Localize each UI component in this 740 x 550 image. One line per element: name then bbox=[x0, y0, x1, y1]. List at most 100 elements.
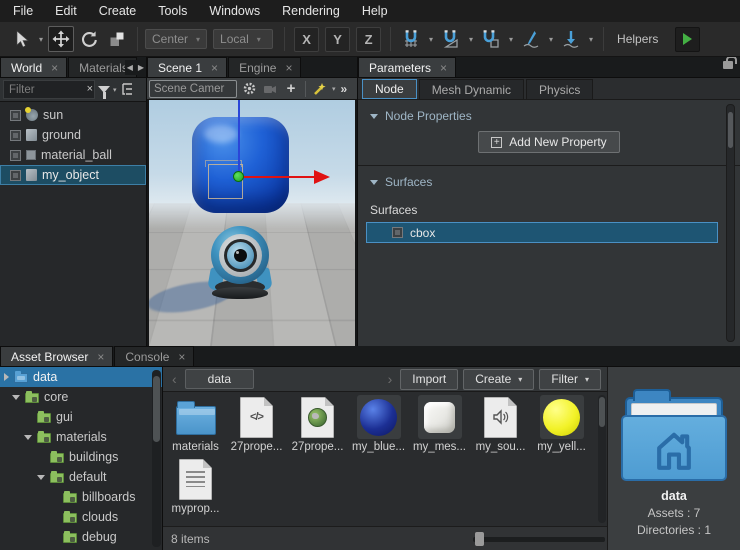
folder-item-debug[interactable]: debug bbox=[0, 527, 162, 547]
menu-help[interactable]: Help bbox=[351, 1, 399, 21]
grid-scrollbar[interactable] bbox=[598, 395, 606, 523]
close-icon[interactable] bbox=[211, 63, 218, 73]
place-tool-dropdown-icon[interactable] bbox=[546, 26, 556, 52]
scale-tool-button[interactable] bbox=[104, 26, 130, 52]
tree-item-material-ball[interactable]: material_ball bbox=[0, 145, 146, 165]
folder-item-billboards[interactable]: billboards bbox=[0, 487, 162, 507]
import-button[interactable]: Import bbox=[400, 369, 458, 390]
folder-item-default[interactable]: default bbox=[0, 467, 162, 487]
menu-edit[interactable]: Edit bbox=[44, 1, 88, 21]
pivot-select[interactable]: Center bbox=[145, 29, 207, 49]
folder-item-clouds[interactable]: clouds bbox=[0, 507, 162, 527]
snap-surface-dropdown-icon[interactable] bbox=[506, 26, 516, 52]
filter-button[interactable]: Filter bbox=[539, 369, 601, 390]
tab-console[interactable]: Console bbox=[114, 346, 194, 366]
tree-scrollbar[interactable] bbox=[152, 370, 161, 547]
viewport-canvas[interactable] bbox=[149, 100, 355, 346]
viewport-settings-button[interactable] bbox=[240, 80, 258, 98]
gizmo-z-axis[interactable] bbox=[238, 100, 240, 178]
scrollbar-thumb[interactable] bbox=[153, 376, 160, 442]
surface-checkbox[interactable] bbox=[392, 227, 403, 238]
tab-parameters[interactable]: Parameters bbox=[358, 57, 456, 77]
tab-scroll-right-icon[interactable]: ▶ bbox=[136, 60, 146, 75]
visibility-checkbox[interactable] bbox=[10, 150, 21, 161]
select-tool-button[interactable] bbox=[8, 26, 34, 52]
hierarchy-view-icon[interactable] bbox=[120, 82, 135, 97]
close-icon[interactable] bbox=[285, 63, 292, 73]
unlock-icon[interactable] bbox=[723, 61, 733, 69]
asset-tile-27prope-code[interactable]: </> 27prope... bbox=[226, 392, 287, 454]
gizmo-x-arrowhead[interactable] bbox=[314, 170, 330, 184]
menu-create[interactable]: Create bbox=[88, 1, 148, 21]
rotate-tool-button[interactable] bbox=[76, 26, 102, 52]
asset-tile-my-mesh[interactable]: my_mes... bbox=[409, 392, 470, 454]
menu-tools[interactable]: Tools bbox=[147, 1, 198, 21]
camera-select[interactable]: Scene Camer bbox=[149, 80, 237, 98]
menu-windows[interactable]: Windows bbox=[198, 1, 271, 21]
select-tool-dropdown-icon[interactable] bbox=[36, 26, 46, 52]
snap-surface-button[interactable] bbox=[478, 26, 504, 52]
tree-item-sun[interactable]: sun bbox=[0, 105, 146, 125]
node-properties-section-header[interactable]: Node Properties bbox=[358, 100, 740, 127]
helpers-dropdown[interactable]: Helpers bbox=[611, 32, 669, 46]
move-tool-button[interactable] bbox=[48, 26, 74, 52]
expand-icon[interactable] bbox=[4, 373, 9, 381]
asset-tile-my-sound[interactable]: my_sou... bbox=[470, 392, 531, 454]
snap-grid-button[interactable] bbox=[398, 26, 424, 52]
menu-rendering[interactable]: Rendering bbox=[271, 1, 351, 21]
menu-file[interactable]: File bbox=[2, 1, 44, 21]
tab-asset-browser[interactable]: Asset Browser bbox=[0, 346, 113, 366]
close-icon[interactable] bbox=[440, 63, 447, 73]
snap-grid-dropdown-icon[interactable] bbox=[426, 26, 436, 52]
space-select[interactable]: Local bbox=[213, 29, 273, 49]
asset-tile-materials[interactable]: materials bbox=[165, 392, 226, 454]
rendering-debug-button[interactable] bbox=[311, 80, 329, 98]
close-icon[interactable] bbox=[97, 352, 104, 362]
camera-lock-button[interactable] bbox=[261, 80, 279, 98]
surface-item-cbox[interactable]: cbox bbox=[366, 222, 718, 243]
add-new-property-button[interactable]: + Add New Property bbox=[478, 131, 619, 153]
asset-tile-myprop[interactable]: myprop... bbox=[165, 454, 226, 516]
drop-tool-dropdown-icon[interactable] bbox=[586, 26, 596, 52]
thumbnail-size-slider[interactable] bbox=[473, 537, 605, 542]
play-button[interactable] bbox=[675, 27, 700, 52]
add-viewport-button[interactable]: + bbox=[282, 80, 300, 98]
collapse-icon[interactable] bbox=[24, 435, 32, 440]
folder-item-core[interactable]: core bbox=[0, 387, 162, 407]
axis-z-button[interactable]: Z bbox=[356, 27, 381, 52]
snap-angle-dropdown-icon[interactable] bbox=[466, 26, 476, 52]
visibility-checkbox[interactable] bbox=[10, 170, 21, 181]
filter-dropdown-icon[interactable] bbox=[113, 86, 117, 94]
scrollbar-thumb[interactable] bbox=[599, 397, 605, 427]
asset-tile-my-blue[interactable]: my_blue... bbox=[348, 392, 409, 454]
breadcrumb-data[interactable]: data bbox=[185, 369, 254, 389]
gizmo-x-axis[interactable] bbox=[240, 176, 316, 178]
collapse-icon[interactable] bbox=[12, 395, 20, 400]
tab-scene-1[interactable]: Scene 1 bbox=[147, 57, 227, 77]
tab-engine[interactable]: Engine bbox=[228, 57, 301, 77]
slider-thumb[interactable] bbox=[475, 532, 484, 546]
scrollbar-thumb[interactable] bbox=[728, 112, 733, 148]
nav-forward-icon[interactable]: › bbox=[385, 371, 396, 387]
axis-y-button[interactable]: Y bbox=[325, 27, 350, 52]
collapse-icon[interactable] bbox=[37, 475, 45, 480]
tab-world[interactable]: World bbox=[0, 57, 67, 77]
filter-input[interactable] bbox=[3, 80, 95, 99]
close-icon[interactable] bbox=[178, 352, 185, 362]
tree-item-ground[interactable]: ground bbox=[0, 125, 146, 145]
folder-item-data[interactable]: data bbox=[0, 367, 162, 387]
place-tool-button[interactable] bbox=[518, 26, 544, 52]
snap-angle-button[interactable] bbox=[438, 26, 464, 52]
clear-filter-icon[interactable] bbox=[87, 83, 93, 95]
filter-funnel-icon[interactable] bbox=[98, 86, 110, 93]
tab-node[interactable]: Node bbox=[362, 79, 417, 99]
surfaces-section-header[interactable]: Surfaces bbox=[358, 166, 740, 193]
rendering-dropdown-icon[interactable] bbox=[332, 85, 336, 93]
folder-item-gui[interactable]: gui bbox=[0, 407, 162, 427]
nav-back-icon[interactable]: ‹ bbox=[169, 371, 180, 387]
visibility-checkbox[interactable] bbox=[10, 130, 21, 141]
toolbar-overflow-icon[interactable]: » bbox=[341, 82, 348, 96]
material-ball-object[interactable] bbox=[211, 226, 269, 284]
close-icon[interactable] bbox=[51, 63, 58, 73]
asset-tile-27prope-world[interactable]: 27prope... bbox=[287, 392, 348, 454]
